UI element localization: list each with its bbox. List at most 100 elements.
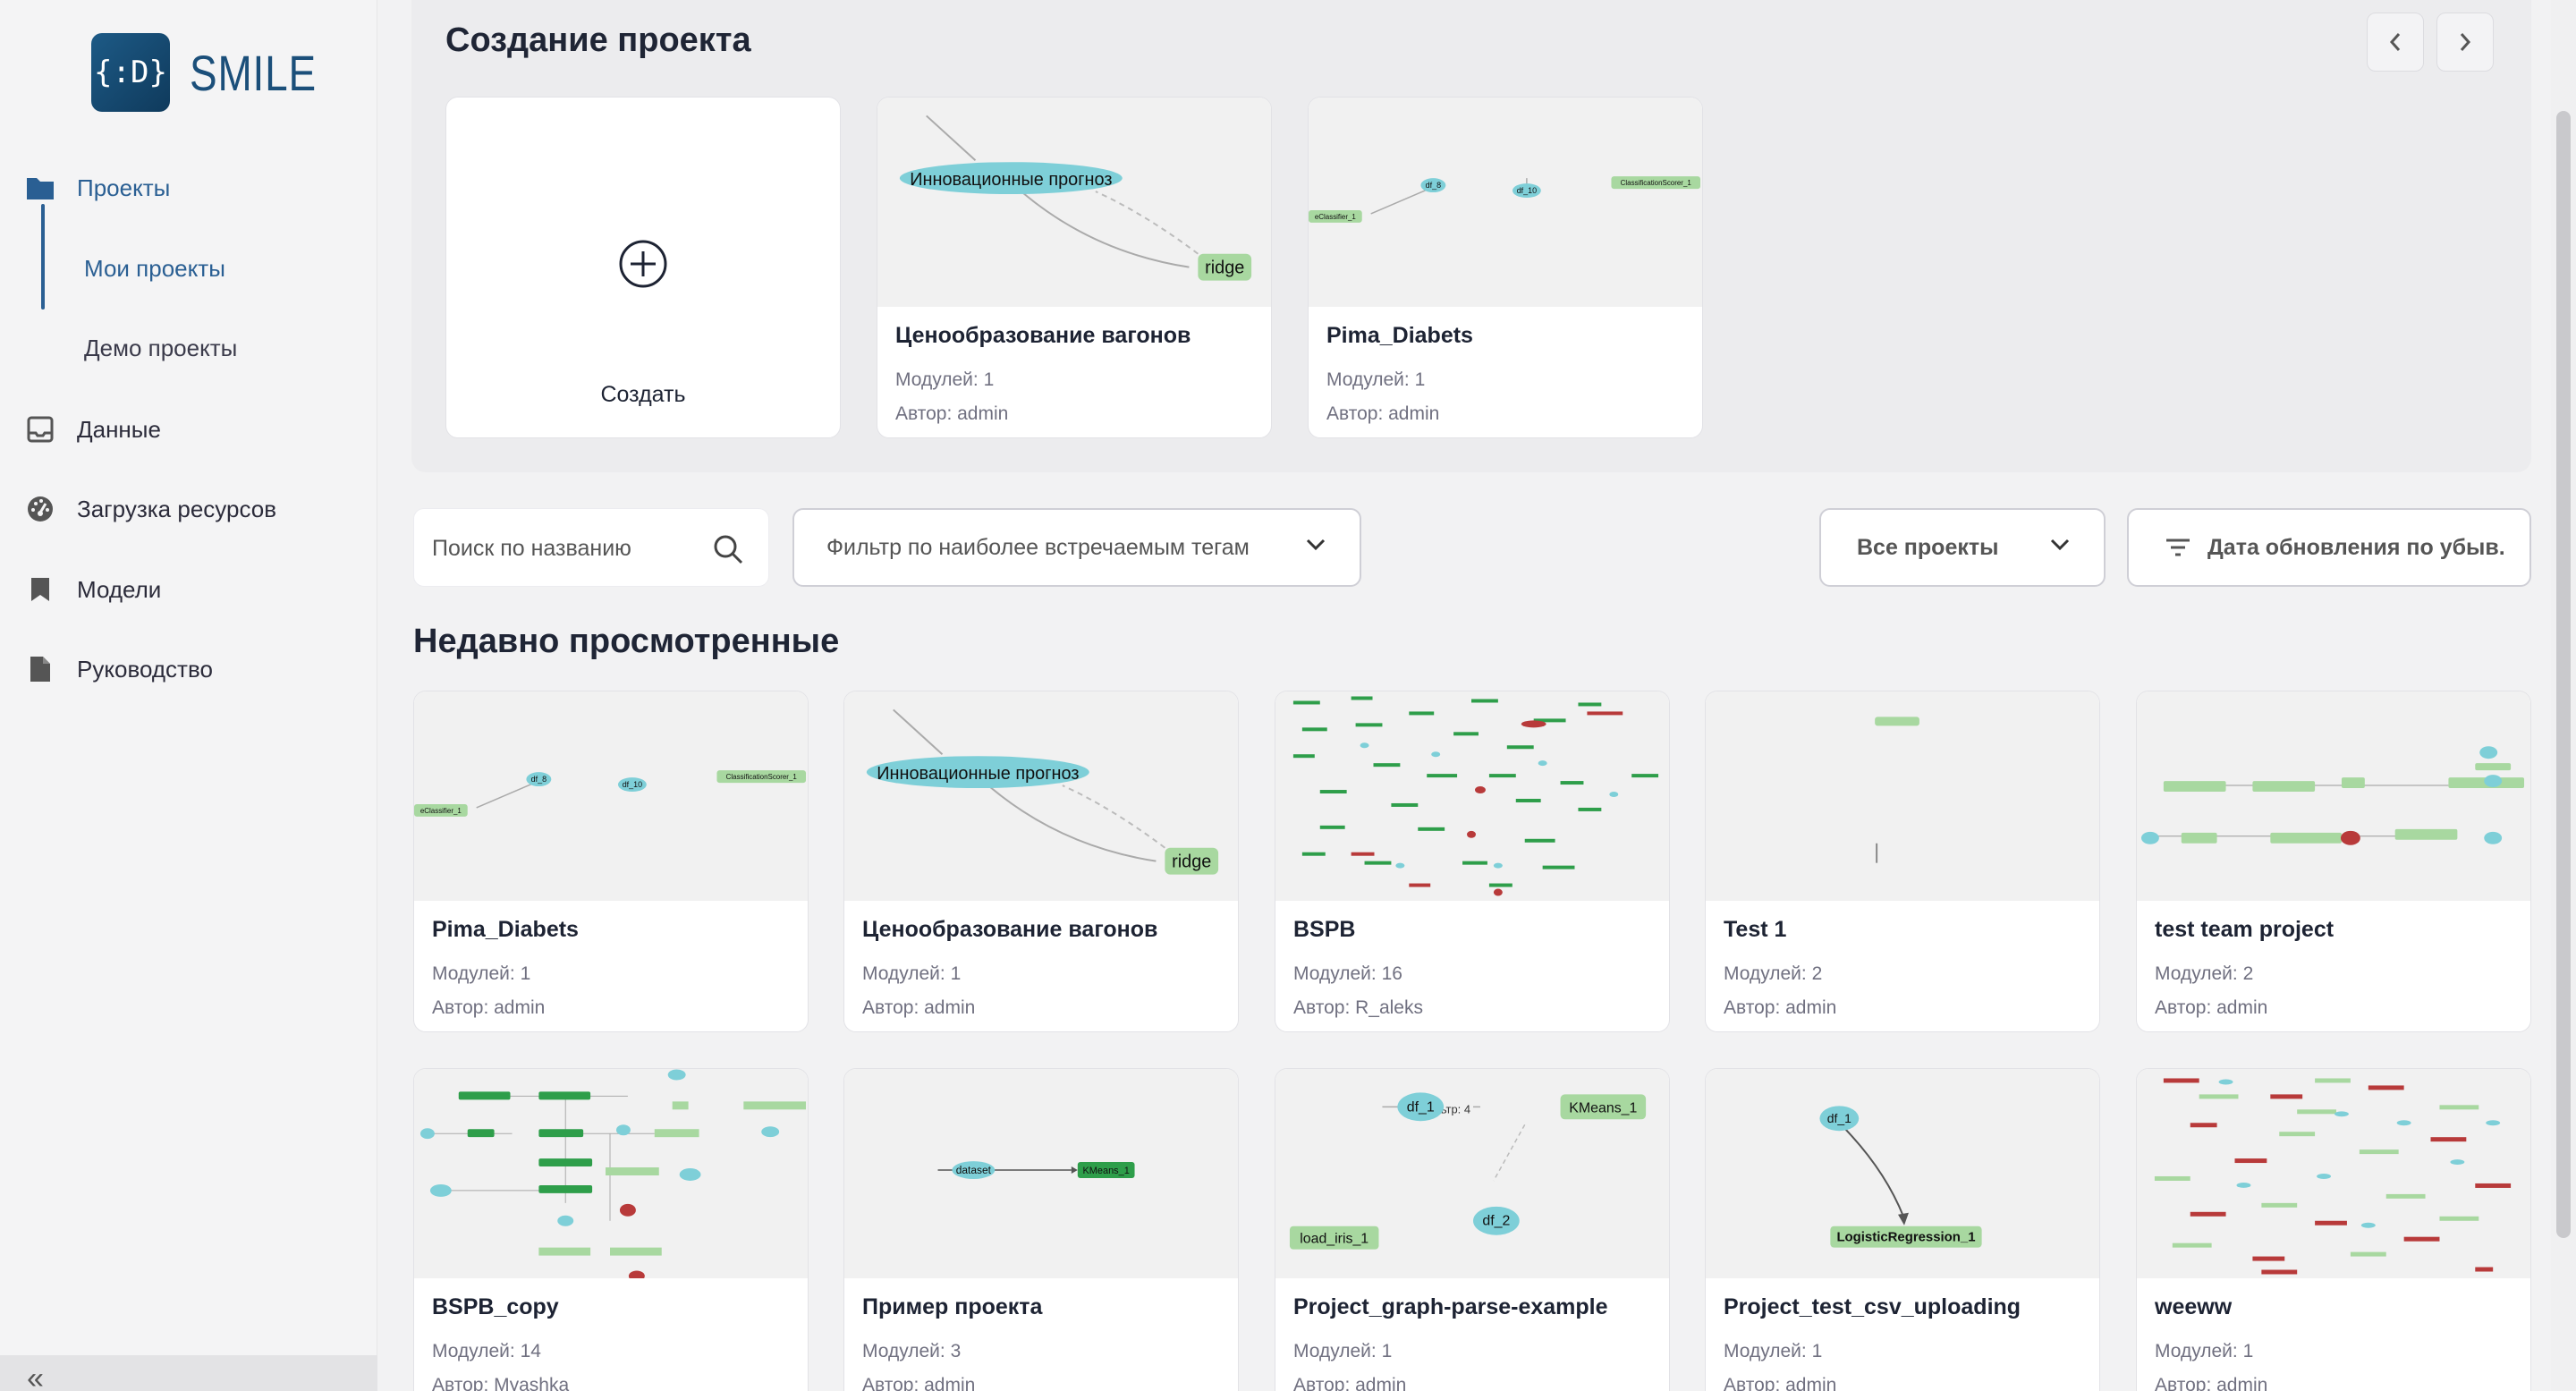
project-title: Pima_Diabets: [1326, 323, 1473, 348]
graph-node-label: df_10: [1517, 186, 1537, 195]
chevron-down-icon: [2050, 539, 2070, 551]
project-card[interactable]: test team project Модулей: 2 Автор: admi…: [2136, 691, 2531, 1032]
project-modules: Модулей: 1: [895, 369, 995, 390]
project-title: BSPB_copy: [432, 1294, 559, 1319]
graph-node-label: df_1: [1407, 1099, 1435, 1115]
graph-node-label: dataset: [956, 1164, 992, 1176]
inbox-icon: [25, 414, 55, 445]
carousel-prev-button[interactable]: [2367, 13, 2424, 72]
project-author: Автор: admin: [862, 1375, 976, 1391]
project-modules: Модулей: 14: [432, 1341, 541, 1361]
chevron-down-icon: [1306, 539, 1326, 551]
bookmark-icon: [25, 574, 55, 605]
project-graph-thumbnail: df_8 df_10 ClassificationScorer_1 eClass…: [414, 691, 808, 901]
project-modules: Модулей: 2: [1724, 963, 1823, 984]
project-title: Test 1: [1724, 917, 1787, 942]
search-icon: [714, 535, 743, 564]
project-title: Пример проекта: [862, 1294, 1043, 1319]
project-modules: Модулей: 3: [862, 1341, 962, 1361]
graph-node-label: KMeans_1: [1569, 1100, 1637, 1115]
project-card[interactable]: Test 1 Модулей: 2 Автор: admin: [1705, 691, 2100, 1032]
project-modules: Модулей: 16: [1293, 963, 1402, 984]
sidebar: {:D} SMILE Проекты Мои проекты Демо прое…: [0, 0, 377, 1391]
project-author: Автор: admin: [432, 997, 546, 1018]
project-graph-thumbnail: Инновационные прогноз ridge: [844, 691, 1238, 901]
project-graph-thumbnail: [1706, 691, 2099, 901]
carousel-next-button[interactable]: [2436, 13, 2494, 72]
project-card[interactable]: weeww Модулей: 1 Автор: admin: [2136, 1068, 2531, 1391]
sidebar-item-label: Загрузка ресурсов: [77, 495, 277, 522]
project-graph-thumbnail: [2137, 1069, 2530, 1278]
project-card[interactable]: Инновационные прогноз ridge Ценообразова…: [843, 691, 1239, 1032]
project-author: Автор: admin: [2155, 997, 2268, 1018]
project-card[interactable]: Фильтр: 4 df_1 KMeans_1 df_2 load_iris_1…: [1275, 1068, 1670, 1391]
project-author: Автор: admin: [862, 997, 976, 1018]
project-card[interactable]: BSPB_copy Модулей: 14 Автор: Myashka: [413, 1068, 809, 1391]
project-modules: Модулей: 1: [1724, 1341, 1823, 1361]
project-graph-thumbnail: [2137, 691, 2530, 901]
tags-filter-select[interactable]: Фильтр по наиболее встречаемым тегам: [792, 508, 1361, 587]
folder-icon: [25, 173, 55, 203]
scrollbar[interactable]: [2551, 0, 2576, 1391]
graph-node-label: ClassificationScorer_1: [726, 773, 798, 781]
project-graph-thumbnail: Инновационные прогноз ridge: [877, 98, 1271, 307]
chevron-left-icon: [2389, 33, 2401, 51]
project-modules: Модулей: 1: [1293, 1341, 1393, 1361]
sort-icon: [2166, 539, 2190, 556]
logo[interactable]: {:D} SMILE: [91, 33, 344, 112]
project-author: Автор: admin: [2155, 1375, 2268, 1391]
main-content: Создание проекта Создать Инновационные п…: [377, 0, 2576, 1391]
create-project-card[interactable]: Создать: [445, 97, 841, 438]
create-project-panel: Создание проекта Создать Инновационные п…: [411, 0, 2531, 472]
sidebar-collapse[interactable]: «: [0, 1355, 377, 1391]
section-title-create: Создание проекта: [445, 21, 751, 59]
sort-label: Дата обновления по убыв.: [2207, 534, 2505, 560]
sidebar-item-label: Руководство: [77, 655, 213, 683]
sidebar-item-projects[interactable]: Проекты: [25, 161, 170, 215]
sidebar-item-models[interactable]: Модели: [25, 563, 161, 616]
project-card[interactable]: df_1 LogisticRegression_1 Project_test_c…: [1705, 1068, 2100, 1391]
project-card[interactable]: df_8 df_10 ClassificationScorer_1 eClass…: [413, 691, 809, 1032]
project-title: Project_test_csv_uploading: [1724, 1294, 2021, 1319]
project-title: Ценообразование вагонов: [862, 917, 1158, 942]
sidebar-subitem-my-projects[interactable]: Мои проекты: [84, 242, 225, 295]
project-graph-thumbnail: [414, 1069, 808, 1278]
sort-button[interactable]: Дата обновления по убыв.: [2127, 508, 2531, 587]
project-author: Автор: admin: [1293, 1375, 1407, 1391]
project-card[interactable]: dataset KMeans_1 Пример проекта Модулей:…: [843, 1068, 1239, 1391]
scrollbar-thumb[interactable]: [2556, 111, 2571, 1238]
sidebar-item-data[interactable]: Данные: [25, 403, 161, 456]
search-field[interactable]: [413, 508, 769, 588]
tags-filter-placeholder: Фильтр по наиболее встречаемым тегам: [826, 534, 1250, 560]
submenu-indicator: [41, 204, 45, 310]
project-graph-thumbnail: df_8 df_10 ClassificationScorer_1 eClass…: [1309, 98, 1702, 307]
graph-node-label: df_8: [531, 775, 547, 784]
graph-node-label: eClassifier_1: [420, 807, 462, 815]
graph-node-label: LogisticRegression_1: [1836, 1230, 1975, 1245]
plus-circle-icon: [619, 240, 667, 288]
graph-node-label: ClassificationScorer_1: [1621, 179, 1692, 187]
project-author: Автор: Myashka: [432, 1375, 570, 1391]
chevron-right-icon: [2460, 33, 2471, 51]
project-author: Автор: admin: [1724, 1375, 1837, 1391]
search-input[interactable]: [432, 509, 700, 588]
project-modules: Модулей: 1: [1326, 369, 1426, 390]
projects-filter-select[interactable]: Все проекты: [1819, 508, 2106, 587]
project-graph-thumbnail: Фильтр: 4 df_1 KMeans_1 df_2 load_iris_1: [1275, 1069, 1669, 1278]
project-modules: Модулей: 1: [862, 963, 962, 984]
project-card[interactable]: BSPB Модулей: 16 Автор: R_aleks: [1275, 691, 1670, 1032]
project-title: Project_graph-parse-example: [1293, 1294, 1608, 1319]
project-title: weeww: [2155, 1294, 2233, 1319]
document-icon: [25, 654, 55, 684]
sidebar-item-resources[interactable]: Загрузка ресурсов: [25, 482, 276, 536]
sidebar-item-guide[interactable]: Руководство: [25, 642, 213, 696]
sidebar-item-label: Модели: [77, 575, 162, 603]
graph-node-label: Инновационные прогноз: [877, 764, 1079, 784]
graph-node-label: Инновационные прогноз: [910, 170, 1112, 190]
section-title-recent: Недавно просмотренные: [413, 623, 840, 660]
project-title: Pima_Diabets: [432, 917, 579, 942]
sidebar-item-label: Данные: [77, 415, 161, 443]
sidebar-subitem-demo-projects[interactable]: Демо проекты: [84, 321, 237, 375]
project-card[interactable]: df_8 df_10 ClassificationScorer_1 eClass…: [1308, 97, 1703, 438]
project-card[interactable]: Инновационные прогноз ridge Ценообразова…: [877, 97, 1272, 438]
